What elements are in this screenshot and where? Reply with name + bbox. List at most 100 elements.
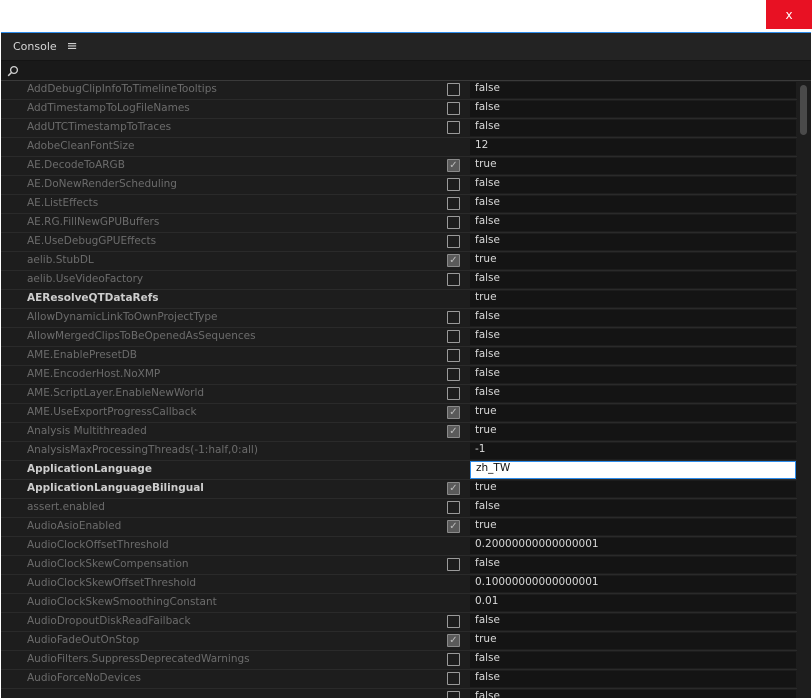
setting-value-field[interactable]: false <box>470 614 796 630</box>
setting-checkbox[interactable] <box>447 273 460 286</box>
setting-name: AudioAsioEnabled <box>27 520 122 532</box>
setting-value-field[interactable]: true <box>470 158 796 174</box>
setting-value-field[interactable]: 12 <box>470 139 796 155</box>
setting-row: AudioForceNoDevices false <box>1 670 797 689</box>
setting-row: aelib.StubDL ✓ true <box>1 252 797 271</box>
setting-row: AudioClockSkewOffsetThreshold 0.100000000… <box>1 575 797 594</box>
setting-checkbox[interactable] <box>447 691 460 698</box>
setting-value-field[interactable]: true <box>470 633 796 649</box>
setting-checkbox[interactable]: ✓ <box>447 425 460 438</box>
setting-checkbox[interactable] <box>447 672 460 685</box>
setting-checkbox[interactable] <box>447 653 460 666</box>
setting-name: AudioFadeOutOnStop <box>27 634 140 646</box>
setting-value-field[interactable]: false <box>470 272 796 288</box>
setting-row: AE.DecodeToARGB ✓ true <box>1 157 797 176</box>
setting-row: AllowMergedClipsToBeOpenedAsSequences fal… <box>1 328 797 347</box>
scrollbar[interactable] <box>797 81 811 698</box>
setting-value-field[interactable]: -1 <box>470 443 796 459</box>
setting-checkbox[interactable]: ✓ <box>447 254 460 267</box>
setting-name: AudioFilters.SuppressDeprecatedWarnings <box>27 653 250 665</box>
setting-checkbox[interactable] <box>447 197 460 210</box>
setting-value-field[interactable]: false <box>470 120 796 136</box>
setting-row: AddTimestampToLogFileNames false <box>1 100 797 119</box>
setting-value-field[interactable]: true <box>470 481 796 497</box>
setting-value-field[interactable]: false <box>470 101 796 117</box>
setting-row: AddDebugClipInfoToTimelineTooltips false <box>1 81 797 100</box>
setting-value-field[interactable]: true <box>470 291 796 307</box>
setting-value-field[interactable]: true <box>470 424 796 440</box>
setting-checkbox[interactable] <box>447 121 460 134</box>
setting-value-field[interactable]: false <box>470 196 796 212</box>
search-input[interactable] <box>21 62 807 80</box>
setting-checkbox[interactable] <box>447 387 460 400</box>
search-bar <box>1 61 811 81</box>
setting-checkbox[interactable] <box>447 102 460 115</box>
setting-row: ApplicationLanguage zh_TW <box>1 461 797 480</box>
setting-name: AE.DoNewRenderScheduling <box>27 178 177 190</box>
setting-value-field[interactable]: zh_TW <box>470 461 796 479</box>
setting-name: assert.enabled <box>27 501 105 513</box>
setting-row: AllowDynamicLinkToOwnProjectType false <box>1 309 797 328</box>
setting-name: AudioClockSkewSmoothingConstant <box>27 596 217 608</box>
setting-value-field[interactable]: false <box>470 367 796 383</box>
setting-value-field[interactable]: false <box>470 690 796 698</box>
setting-row: AudioAsioEnabled ✓ true <box>1 518 797 537</box>
setting-checkbox[interactable] <box>447 216 460 229</box>
setting-name: AllowMergedClipsToBeOpenedAsSequences <box>27 330 256 342</box>
setting-checkbox[interactable] <box>447 368 460 381</box>
setting-name: AME.EncoderHost.NoXMP <box>27 368 161 380</box>
scrollbar-thumb[interactable] <box>800 85 807 135</box>
console-panel: Console ≡ AddDebugClipInfoToTimelineTool… <box>1 32 811 698</box>
setting-row: AE.DoNewRenderScheduling false <box>1 176 797 195</box>
setting-checkbox[interactable] <box>447 501 460 514</box>
setting-value-field[interactable]: 0.10000000000000001 <box>470 576 796 592</box>
setting-checkbox[interactable] <box>447 349 460 362</box>
setting-name: ApplicationLanguageBilingual <box>27 482 204 494</box>
setting-checkbox[interactable]: ✓ <box>447 159 460 172</box>
setting-value-field[interactable]: false <box>470 329 796 345</box>
setting-checkbox[interactable]: ✓ <box>447 634 460 647</box>
setting-value-field[interactable]: false <box>470 557 796 573</box>
setting-value-field[interactable]: true <box>470 253 796 269</box>
setting-checkbox[interactable]: ✓ <box>447 520 460 533</box>
close-button[interactable]: x <box>766 0 812 29</box>
setting-checkbox[interactable] <box>447 615 460 628</box>
setting-value-field[interactable]: false <box>470 310 796 326</box>
setting-name: AE.RG.FillNewGPUBuffers <box>27 216 160 228</box>
setting-name: Analysis Multithreaded <box>27 425 147 437</box>
setting-row: AudioFilters.SuppressDeprecatedWarnings f… <box>1 651 797 670</box>
hamburger-icon[interactable]: ≡ <box>67 39 78 54</box>
setting-value-field[interactable]: 0.01 <box>470 595 796 611</box>
setting-row: AudioDropoutDiskReadFailback false <box>1 613 797 632</box>
setting-checkbox[interactable] <box>447 330 460 343</box>
setting-name: ApplicationLanguage <box>27 463 152 475</box>
setting-value-field[interactable]: 0.20000000000000001 <box>470 538 796 554</box>
setting-checkbox[interactable]: ✓ <box>447 482 460 495</box>
setting-checkbox[interactable] <box>447 311 460 324</box>
setting-name: AudioClockOffsetThreshold <box>27 539 169 551</box>
setting-value-field[interactable]: false <box>470 348 796 364</box>
setting-row: ApplicationLanguageBilingual ✓ true <box>1 480 797 499</box>
setting-row: AnalysisMaxProcessingThreads(-1:half,0:a… <box>1 442 797 461</box>
setting-value-field[interactable]: false <box>470 82 796 98</box>
setting-row: AME.EncoderHost.NoXMP false <box>1 366 797 385</box>
panel-title: Console <box>13 40 57 53</box>
setting-name: AME.ScriptLayer.EnableNewWorld <box>27 387 205 399</box>
setting-name: AddTimestampToLogFileNames <box>27 102 190 114</box>
setting-value-field[interactable]: false <box>470 652 796 668</box>
setting-checkbox[interactable] <box>447 178 460 191</box>
setting-value-field[interactable]: false <box>470 234 796 250</box>
setting-value-field[interactable]: true <box>470 519 796 535</box>
setting-value-field[interactable]: false <box>470 386 796 402</box>
setting-checkbox[interactable]: ✓ <box>447 406 460 419</box>
setting-checkbox[interactable] <box>447 83 460 96</box>
setting-value-field[interactable]: false <box>470 215 796 231</box>
setting-value-field[interactable]: false <box>470 177 796 193</box>
setting-row: AEResolveQTDataRefs true <box>1 290 797 309</box>
setting-value-field[interactable]: false <box>470 671 796 687</box>
setting-value-field[interactable]: true <box>470 405 796 421</box>
setting-checkbox[interactable] <box>447 235 460 248</box>
setting-row: AME.UseExportProgressCallback ✓ true <box>1 404 797 423</box>
setting-value-field[interactable]: false <box>470 500 796 516</box>
setting-checkbox[interactable] <box>447 558 460 571</box>
